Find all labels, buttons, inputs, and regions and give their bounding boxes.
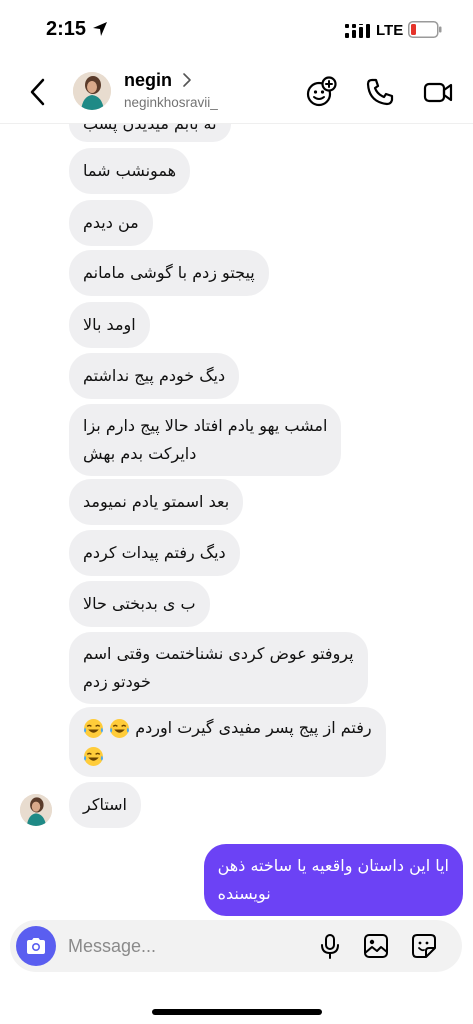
status-time: 2:15 — [46, 18, 87, 40]
message-thread[interactable]: نه بابم میدیدن پسب همونشب شما من دیدم پی… — [0, 124, 473, 916]
sender-avatar[interactable] — [20, 794, 52, 826]
chat-header: negin neginkhosravii_ — [0, 62, 473, 124]
microphone-icon[interactable] — [316, 932, 344, 960]
my-message-bubble[interactable]: ایا این داستان واقعیه یا ساخته ذهن نویسن… — [203, 844, 463, 916]
location-arrow-icon — [93, 22, 107, 36]
video-icon[interactable] — [422, 76, 454, 108]
message-bubble[interactable]: رفتم از پیج پسر مفیدی گیرت اوردم — [69, 707, 386, 777]
message-bubble[interactable]: همونشب شما — [69, 148, 191, 194]
tears-of-joy-emoji-icon — [84, 747, 103, 766]
message-bubble[interactable]: بعد اسمتو یادم نمیومد — [69, 479, 244, 525]
chevron-right-icon[interactable] — [181, 72, 193, 88]
network-type: LTE — [376, 22, 404, 39]
message-bubble[interactable]: استاکر — [69, 782, 141, 828]
home-indicator — [152, 1009, 322, 1015]
message-bubble[interactable]: نه بابم میدیدن پسب — [69, 124, 231, 142]
contact-username[interactable]: neginkhosravii_ — [124, 95, 218, 110]
camera-button[interactable] — [16, 926, 56, 966]
add-effect-icon[interactable] — [305, 76, 337, 108]
tears-of-joy-emoji-icon — [84, 719, 103, 738]
signal-icon — [345, 24, 370, 38]
contact-name[interactable]: negin — [124, 70, 172, 91]
message-bubble[interactable]: من دیدم — [69, 200, 153, 246]
message-bubble[interactable]: ب ی بدبختی حالا — [69, 581, 210, 627]
tears-of-joy-emoji-icon — [110, 719, 130, 738]
camera-icon — [27, 938, 45, 954]
message-input[interactable] — [68, 932, 288, 960]
message-bubble[interactable]: امشب یهو یادم افتاد حالا پیج دارم بزا دا… — [69, 404, 342, 476]
message-bubble[interactable]: پیجتو زدم با گوشی مامانم — [69, 250, 269, 296]
message-bubble[interactable]: پروفتو عوض کردی نشناختمت وقتی اسم خودتو … — [69, 632, 368, 704]
gallery-icon[interactable] — [362, 932, 390, 960]
message-bubble[interactable]: دیگ خودم پیج نداشتم — [69, 353, 240, 399]
battery-low-icon — [408, 21, 442, 38]
back-icon[interactable] — [26, 76, 50, 108]
phone-icon[interactable] — [364, 76, 396, 108]
message-bubble[interactable]: دیگ رفتم پیدات کردم — [69, 530, 240, 576]
message-bubble[interactable]: اومد بالا — [69, 302, 150, 348]
message-composer — [10, 920, 462, 972]
status-bar: 2:15 LTE — [0, 0, 473, 62]
avatar[interactable] — [73, 72, 111, 110]
sticker-icon[interactable] — [410, 932, 438, 960]
